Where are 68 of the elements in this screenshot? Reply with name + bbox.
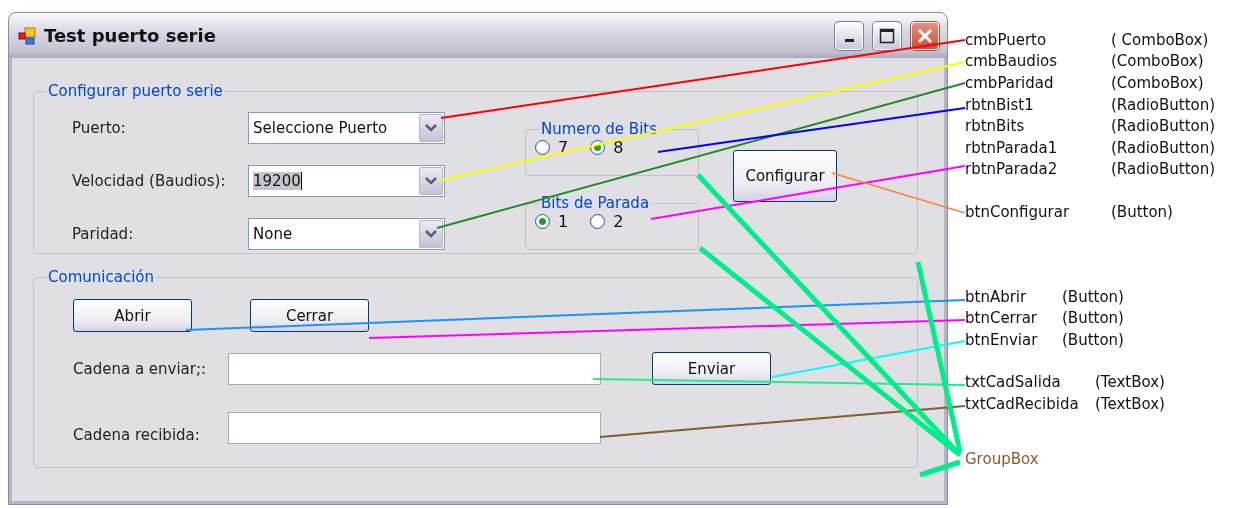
control-type: (TextBox) — [1095, 373, 1166, 392]
app-icon — [18, 26, 36, 45]
control-name: btnCerrar — [965, 309, 1039, 328]
control-name: btnConfigurar — [965, 202, 1071, 221]
field-label: Cadena recibida: — [73, 426, 201, 444]
control-type: (RadioButton) — [1111, 160, 1216, 179]
combo-value: Seleccione Puerto — [253, 119, 388, 137]
close-icon — [917, 27, 933, 44]
control-type: (ComboBox) — [1111, 74, 1205, 92]
window-title: Test puerto serie — [44, 25, 217, 46]
group-title: Configurar puerto serie — [47, 82, 224, 100]
control-name: cmbParidad — [965, 74, 1055, 92]
close-button[interactable] — [911, 21, 939, 50]
maximize-button[interactable] — [873, 21, 901, 50]
control-name: rbtnParada1 — [965, 138, 1059, 157]
control-name: rbtnBist1 — [965, 95, 1035, 114]
control-name: rbtnBits — [965, 117, 1026, 136]
group-title: Numero de Bits — [540, 120, 659, 138]
text-field[interactable] — [228, 352, 601, 385]
chevron-down-icon — [425, 230, 437, 238]
radio-option[interactable]: 1 — [535, 212, 569, 231]
minimize-button[interactable] — [835, 21, 863, 50]
configure-button[interactable]: Configurar — [733, 150, 837, 202]
group-title: Comunicación — [47, 268, 155, 286]
radio-button[interactable] — [535, 214, 550, 229]
chevron-down-icon — [425, 177, 437, 185]
control-type: ( ComboBox) — [1111, 30, 1210, 49]
control-name: txtCadRecibida — [965, 394, 1080, 413]
combo-box[interactable]: None — [248, 218, 445, 250]
control-type: (ComboBox) — [1111, 52, 1205, 71]
control-name: btnAbrir — [965, 287, 1028, 306]
radio-option[interactable]: 2 — [590, 212, 624, 231]
action-button[interactable]: Abrir — [73, 299, 192, 332]
field-label: Cadena a enviar;: — [73, 359, 208, 378]
control-name: GroupBox — [965, 449, 1040, 468]
field-label: Puerto: — [72, 119, 127, 137]
field-label: Paridad: — [72, 225, 135, 243]
combo-box[interactable]: 19200 — [248, 165, 445, 197]
text-field[interactable] — [228, 412, 601, 444]
control-name: txtCadSalida — [965, 373, 1062, 392]
control-type: (RadioButton) — [1111, 117, 1216, 136]
control-type: (Button) — [1111, 202, 1174, 221]
combo-box[interactable]: Seleccione Puerto — [248, 112, 445, 144]
control-type: (TextBox) — [1095, 394, 1166, 413]
minimize-icon — [844, 39, 854, 42]
control-name: cmbPuerto — [965, 30, 1048, 49]
dropdown-button[interactable] — [419, 167, 443, 195]
control-type: (Button) — [1062, 287, 1125, 306]
control-type: (RadioButton) — [1111, 138, 1216, 157]
radio-button[interactable] — [590, 214, 606, 229]
action-button[interactable]: Cerrar — [250, 299, 369, 332]
field-label: Velocidad (Baudios): — [72, 172, 227, 190]
chevron-down-icon — [425, 124, 437, 132]
send-button[interactable]: Enviar — [652, 352, 771, 385]
control-name: btnEnviar — [965, 330, 1039, 349]
control-type: (Button) — [1062, 309, 1125, 328]
control-name: rbtnParada2 — [965, 160, 1059, 179]
radio-option[interactable]: 8 — [590, 138, 624, 157]
combo-value: None — [253, 225, 293, 243]
combo-value: 19200 — [253, 172, 302, 190]
group-title: Bits de Parada — [540, 194, 651, 212]
radio-button[interactable] — [535, 140, 550, 155]
control-type: (Button) — [1062, 330, 1125, 349]
control-type: (RadioButton) — [1111, 95, 1216, 114]
control-name: cmbBaudios — [965, 52, 1059, 71]
dropdown-button[interactable] — [419, 114, 443, 142]
dropdown-button[interactable] — [419, 220, 443, 248]
maximize-icon — [879, 27, 895, 44]
